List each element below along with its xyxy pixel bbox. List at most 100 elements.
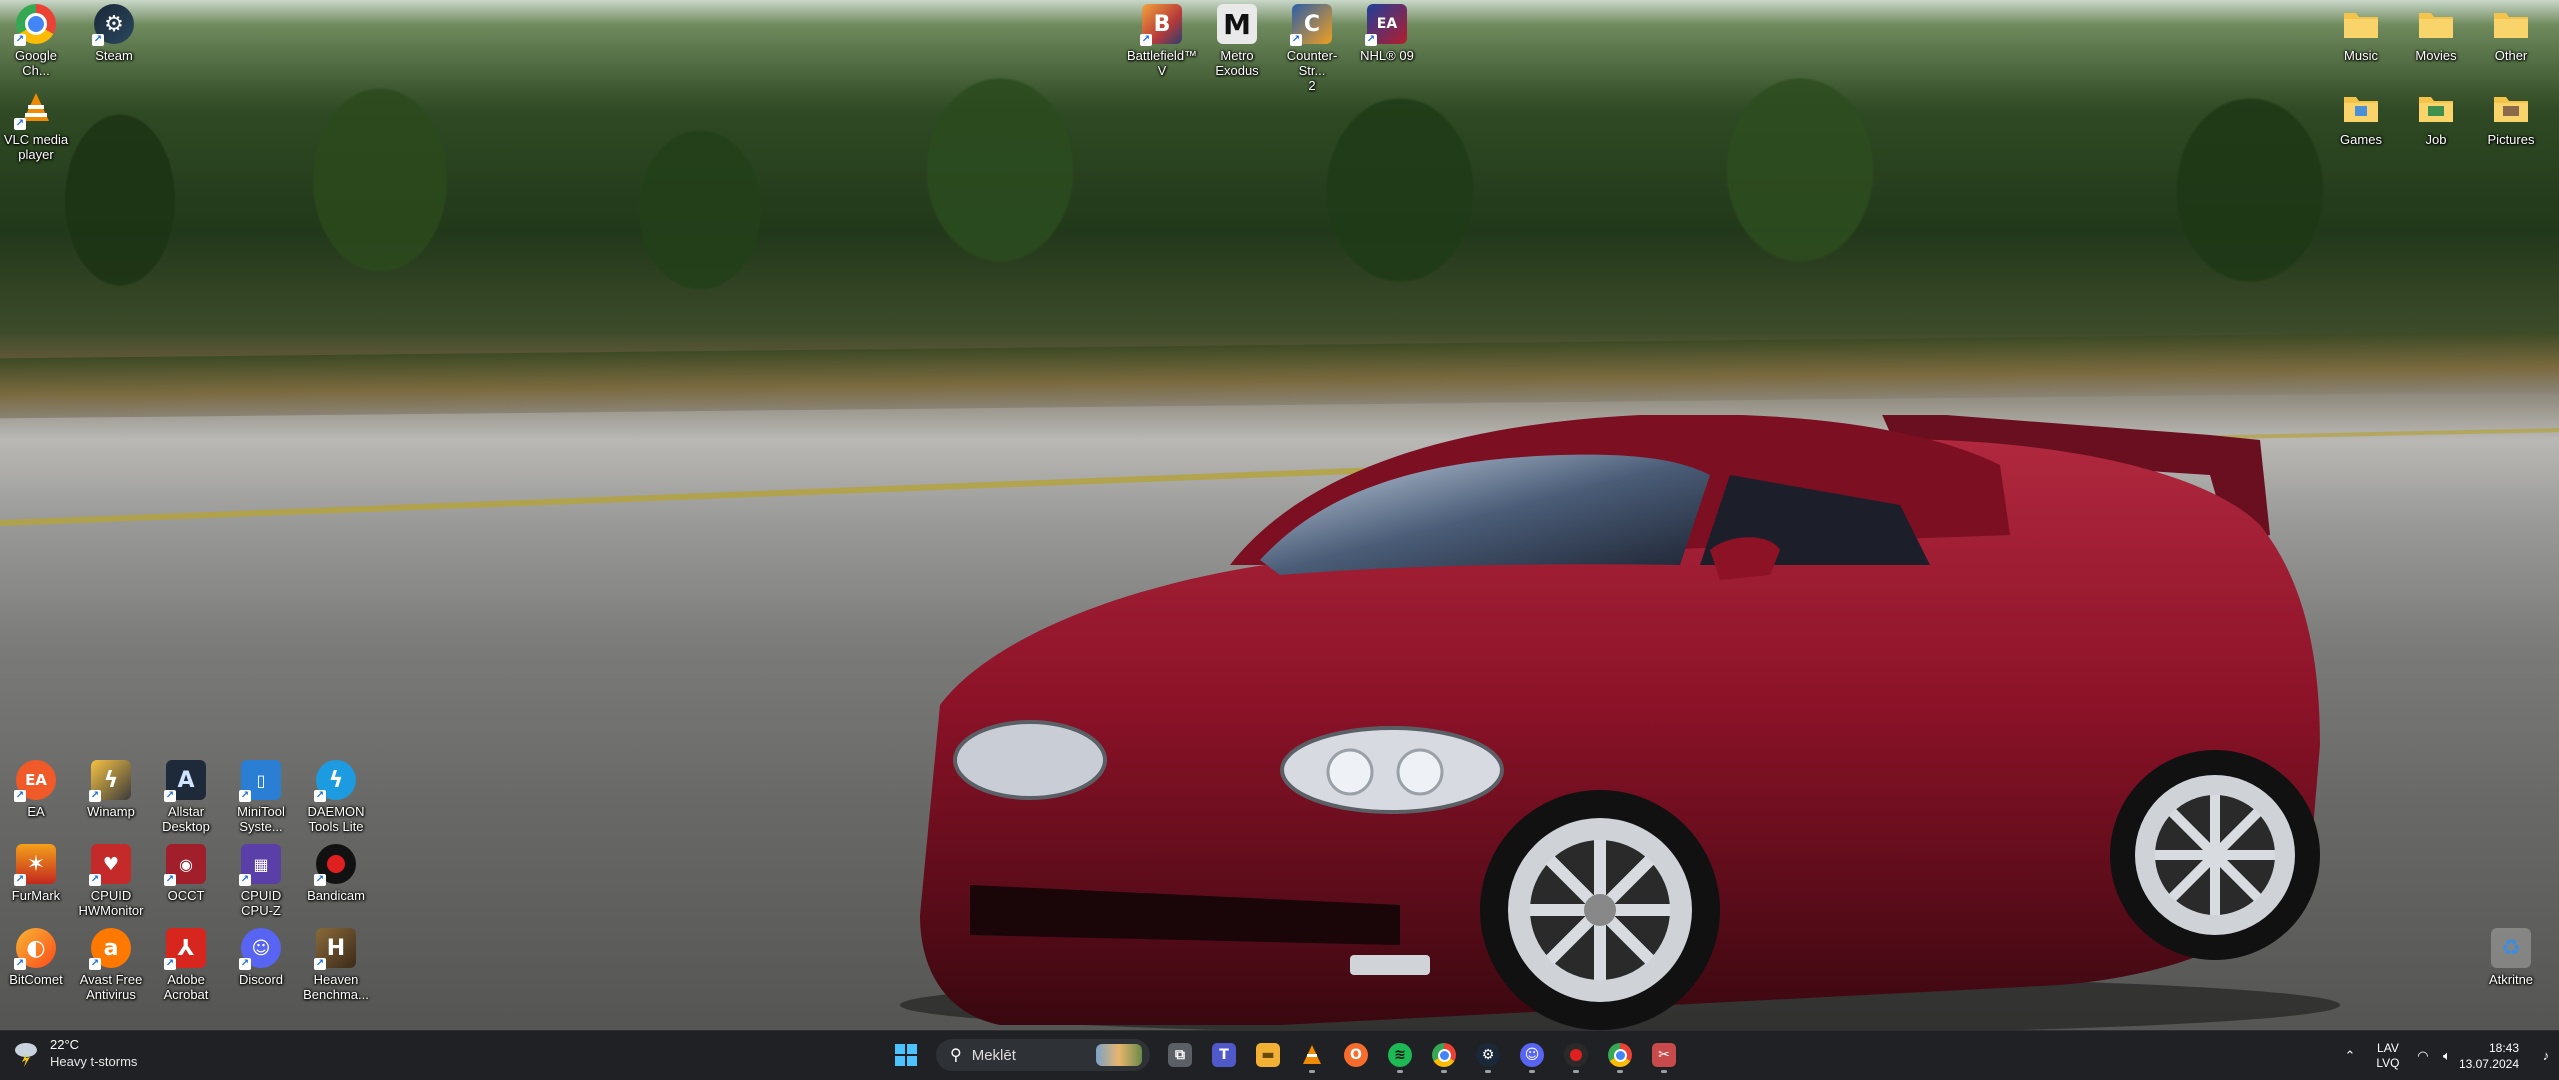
bandicam-icon: ↗ — [314, 844, 356, 886]
desktop-icon-battlefield[interactable]: B ↗ Battlefield™ V — [1126, 4, 1198, 78]
desktop-icon-counter-strike[interactable]: C ↗ Counter-Str... 2 — [1276, 4, 1348, 93]
minitool-icon: ▯ ↗ — [239, 760, 281, 802]
taskbar-origin[interactable]: O — [1338, 1037, 1374, 1073]
desktop-icon-label: FurMark — [11, 888, 61, 903]
taskbar-discord[interactable]: ☺ — [1514, 1037, 1550, 1073]
search-placeholder: Meklēt — [971, 1046, 1016, 1064]
nhl-icon: EA ↗ — [1365, 4, 1407, 46]
metro-icon: M — [1217, 4, 1257, 44]
bitcomet-icon: ◐ ↗ — [14, 928, 56, 970]
desktop-icon-label: EA — [27, 804, 45, 819]
desktop-icon-allstar[interactable]: A ↗ Allstar Desktop — [150, 760, 222, 834]
clock-date: 13.07.2024 — [2458, 1056, 2519, 1071]
taskbar-snipping-tool[interactable]: ✂ — [1646, 1037, 1682, 1073]
desktop-icon-vlc[interactable]: ↗ VLC media player — [0, 88, 72, 162]
desktop-icon-minitool[interactable]: ▯ ↗ MiniTool Syste... — [225, 760, 297, 834]
taskbar-file-explorer[interactable]: ▬ — [1250, 1037, 1286, 1073]
chrome-icon — [1432, 1043, 1456, 1067]
battlefield-icon: B ↗ — [1140, 4, 1182, 46]
windows-logo-icon — [895, 1044, 917, 1066]
spotify-icon: ≋ — [1388, 1043, 1412, 1067]
taskbar-recorder[interactable] — [1558, 1037, 1594, 1073]
wallpaper-red-car — [900, 415, 2340, 1030]
desktop-icon-steam[interactable]: ⚙ ↗ Steam — [78, 4, 150, 63]
desktop-icon-winamp[interactable]: ϟ ↗ Winamp — [75, 760, 147, 819]
desktop-icon-label: Metro Exodus — [1215, 48, 1259, 78]
desktop-folder-movies[interactable]: Movies — [2400, 4, 2472, 63]
folder-icon — [2491, 88, 2531, 128]
notification-bell-icon[interactable]: ♪ — [2533, 1048, 2559, 1063]
vlc-icon — [1300, 1043, 1324, 1067]
taskbar-steam[interactable]: ⚙ — [1470, 1037, 1506, 1073]
chrome-icon — [1608, 1043, 1632, 1067]
acrobat-icon: ⅄ ↗ — [164, 928, 206, 970]
desktop-folder-job[interactable]: Job — [2400, 88, 2472, 147]
desktop-icon-ea[interactable]: EA ↗ EA — [0, 760, 72, 819]
desktop-icon-label: BitComet — [9, 972, 63, 987]
weather-description: Heavy t-storms — [50, 1054, 138, 1069]
desktop-folder-other[interactable]: Other — [2475, 4, 2547, 63]
desktop-icon-daemon-tools[interactable]: ϟ ↗ DAEMON Tools Lite — [300, 760, 372, 834]
desktop-icon-recycle-bin[interactable]: ♻ Atkritne — [2475, 928, 2547, 987]
desktop-folder-pictures[interactable]: Pictures — [2475, 88, 2547, 147]
running-indicator — [1309, 1070, 1315, 1073]
desktop-icon-cpuz[interactable]: ▦ ↗ CPUID CPU-Z — [225, 844, 297, 918]
taskbar-center: ⚲ Meklēt ⧉ T ▬ O ≋ ⚙ ☺ ✂ — [888, 1037, 1682, 1073]
search-icon: ⚲ — [950, 1047, 962, 1064]
discord-icon: ☺ — [1520, 1043, 1544, 1067]
taskbar-chrome-2[interactable] — [1602, 1037, 1638, 1073]
running-indicator — [1397, 1070, 1403, 1073]
start-button[interactable] — [888, 1037, 924, 1073]
taskbar-spotify[interactable]: ≋ — [1382, 1037, 1418, 1073]
desktop-icon-occt[interactable]: ◉ ↗ OCCT — [150, 844, 222, 903]
desktop-icon-metro-exodus[interactable]: M Metro Exodus — [1201, 4, 1273, 78]
folder-icon — [2491, 4, 2531, 44]
input-language-indicator[interactable]: LAV LVQ — [2365, 1041, 2411, 1071]
desktop-icon-label: Music — [2344, 48, 2378, 63]
weather-temperature: 22°C — [50, 1037, 80, 1052]
chrome-icon: ↗ — [14, 4, 56, 46]
desktop-icon-discord[interactable]: ☺ ↗ Discord — [225, 928, 297, 987]
desktop-icon-google-chrome[interactable]: ↗ Google Ch... — [0, 4, 72, 78]
desktop-icon-bitcomet[interactable]: ◐ ↗ BitComet — [0, 928, 72, 987]
wifi-icon[interactable]: ◠ — [2411, 1048, 2435, 1064]
desktop-icon-label: CPUID HWMonitor — [78, 888, 144, 918]
heaven-benchmark-icon: H ↗ — [314, 928, 356, 970]
winamp-icon: ϟ ↗ — [89, 760, 131, 802]
desktop-icon-acrobat[interactable]: ⅄ ↗ Adobe Acrobat — [150, 928, 222, 1002]
origin-icon: O — [1344, 1043, 1368, 1067]
taskbar-teams[interactable]: T — [1206, 1037, 1242, 1073]
taskbar-vlc[interactable] — [1294, 1037, 1330, 1073]
folder-icon — [2341, 4, 2381, 44]
taskbar-task-view[interactable]: ⧉ — [1162, 1037, 1198, 1073]
running-indicator — [1529, 1070, 1535, 1073]
desktop-icon-label: Allstar Desktop — [162, 804, 210, 834]
desktop-folder-music[interactable]: Music — [2325, 4, 2397, 63]
desktop-icon-bandicam[interactable]: ↗ Bandicam — [300, 844, 372, 903]
desktop-icon-furmark[interactable]: ✶ ↗ FurMark — [0, 844, 72, 903]
show-hidden-icons-chevron-up-icon[interactable]: ⌃ — [2335, 1048, 2365, 1064]
desktop-icon-label: Atkritne — [2488, 972, 2534, 987]
desktop-icon-nhl09[interactable]: EA ↗ NHL® 09 — [1351, 4, 1423, 63]
cpuz-icon: ▦ ↗ — [239, 844, 281, 886]
taskbar-search[interactable]: ⚲ Meklēt — [936, 1039, 1150, 1071]
desktop-folder-games[interactable]: Games — [2325, 88, 2397, 147]
desktop-icon-avast[interactable]: a ↗ Avast Free Antivirus — [75, 928, 147, 1002]
desktop-icon-hwmonitor[interactable]: ♥ ↗ CPUID HWMonitor — [75, 844, 147, 918]
ea-icon: EA ↗ — [14, 760, 56, 802]
desktop-icon-label: Winamp — [87, 804, 135, 819]
desktop-wallpaper — [0, 0, 2559, 1030]
taskbar-chrome[interactable] — [1426, 1037, 1462, 1073]
desktop-icon-label: OCCT — [167, 888, 205, 903]
hwmonitor-icon: ♥ ↗ — [89, 844, 131, 886]
clock[interactable]: 18:43 13.07.2024 — [2459, 1040, 2519, 1072]
weather-widget[interactable]: 22°C Heavy t-storms — [12, 1037, 137, 1069]
snipping-tool-icon: ✂ — [1652, 1043, 1676, 1067]
volume-icon[interactable]: 🔈︎ — [2435, 1048, 2459, 1064]
desktop-icon-label: VLC media player — [3, 132, 69, 162]
vlc-icon: ↗ — [14, 88, 56, 130]
desktop-icon-heaven-benchmark[interactable]: H ↗ Heaven Benchma... — [300, 928, 372, 1002]
furmark-icon: ✶ ↗ — [14, 844, 56, 886]
steam-icon: ⚙ ↗ — [92, 4, 134, 46]
allstar-icon: A ↗ — [164, 760, 206, 802]
